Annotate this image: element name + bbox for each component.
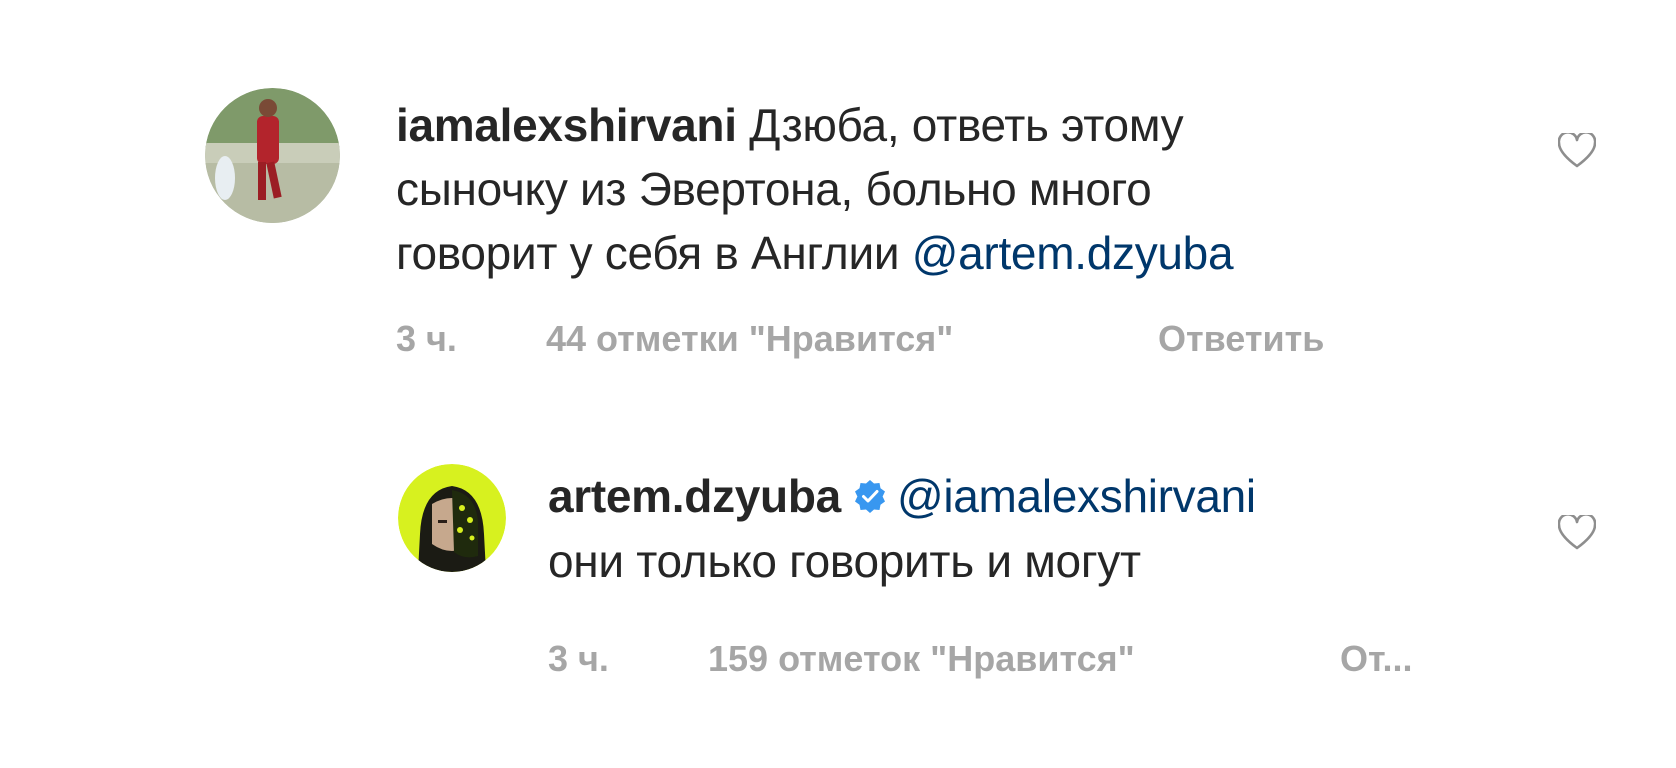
comment-username[interactable]: iamalexshirvani (396, 99, 737, 151)
avatar[interactable] (398, 464, 506, 572)
reply-button[interactable]: От... (1340, 638, 1412, 680)
comment-text: Дзюба, ответь этому (749, 99, 1184, 151)
comment-item: iamalexshirvani Дзюба, ответь этому сыно… (0, 0, 1676, 380)
likes-count[interactable]: 44 отметки "Нравится" (546, 318, 953, 360)
mention-link[interactable]: @artem.dzyuba (912, 227, 1234, 279)
avatar[interactable] (205, 88, 340, 223)
comment-text: они только говорить и могут (548, 534, 1141, 587)
comment-body: artem.dzyuba @iamalexshirvani они только… (548, 464, 1498, 593)
comment-text: сыночку из Эвертона, больно много (396, 163, 1152, 215)
verified-badge-icon (853, 465, 887, 529)
timestamp: 3 ч. (548, 638, 609, 679)
heart-outline-icon[interactable] (1557, 131, 1597, 169)
comment-meta: 3 ч. 44 отметки "Нравится" Ответить (396, 318, 1396, 362)
comment-item: artem.dzyuba @iamalexshirvani они только… (0, 380, 1676, 768)
comment-text: говорит у себя в Англии (396, 227, 912, 279)
timestamp: 3 ч. (396, 318, 457, 359)
comment-username[interactable]: artem.dzyuba (548, 470, 841, 522)
mention-link[interactable]: @iamalexshirvani (897, 470, 1256, 522)
heart-outline-icon[interactable] (1557, 513, 1597, 551)
likes-count[interactable]: 159 отметок "Нравится" (708, 638, 1135, 680)
reply-button[interactable]: Ответить (1158, 318, 1324, 360)
comment-meta: 3 ч. 159 отметок "Нравится" От... (548, 638, 1448, 682)
comment-body: iamalexshirvani Дзюба, ответь этому сыно… (396, 93, 1396, 285)
